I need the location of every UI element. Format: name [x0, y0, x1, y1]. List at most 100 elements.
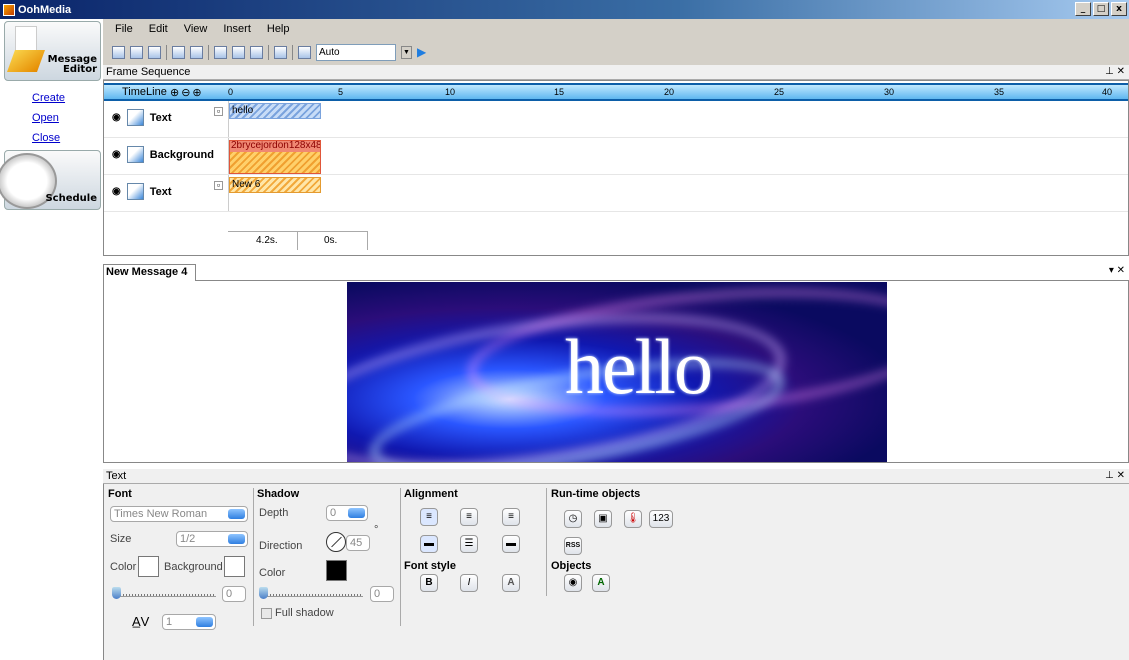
- open-link[interactable]: Open: [32, 112, 59, 124]
- shadow-color-swatch[interactable]: [326, 560, 347, 581]
- add-text-object-button[interactable]: A: [592, 574, 610, 592]
- maximize-button[interactable]: □: [1093, 2, 1109, 16]
- message-canvas-area: hello: [103, 281, 1129, 463]
- full-shadow-checkbox[interactable]: [261, 608, 272, 619]
- size-select[interactable]: 1/2: [176, 531, 248, 547]
- layer-row[interactable]: ◉ Background 2brycejordon128x48r: [104, 138, 1128, 175]
- cut-icon[interactable]: [214, 45, 227, 59]
- expand-icon[interactable]: ▫: [214, 181, 223, 190]
- zoom-combo[interactable]: Auto: [316, 43, 396, 61]
- message-editor-button[interactable]: Message Editor: [4, 21, 101, 81]
- menu-help[interactable]: Help: [267, 23, 290, 35]
- text-layer-icon: [126, 109, 144, 126]
- menu-view[interactable]: View: [184, 23, 208, 35]
- close-link[interactable]: Close: [32, 132, 60, 144]
- background-color-swatch[interactable]: [224, 556, 245, 577]
- dropdown-icon: [228, 509, 245, 519]
- shadow-heading: Shadow: [257, 488, 300, 500]
- shadow-depth-value: 0: [330, 507, 337, 519]
- objects-heading: Objects: [551, 560, 592, 572]
- shadow-depth-select[interactable]: 0: [326, 505, 368, 521]
- align-center-icon[interactable]: ≡: [460, 508, 478, 526]
- layer-row[interactable]: ◉ Text ▫ New 6: [104, 175, 1128, 212]
- font-family-select[interactable]: Times New Roman: [110, 506, 248, 522]
- spacing-select[interactable]: 1: [162, 614, 216, 630]
- paste-icon[interactable]: [250, 45, 263, 59]
- eye-icon[interactable]: ◉: [112, 186, 121, 197]
- eye-icon[interactable]: ◉: [112, 112, 121, 123]
- menu-insert[interactable]: Insert: [223, 23, 251, 35]
- direction-dial[interactable]: [326, 532, 346, 552]
- preview-text: hello: [565, 323, 713, 410]
- message-preview[interactable]: hello: [347, 282, 887, 462]
- font-opacity-value[interactable]: 0: [222, 586, 246, 602]
- date-object-icon[interactable]: ▣: [594, 510, 612, 528]
- bold-button[interactable]: B: [420, 574, 438, 592]
- slider-thumb[interactable]: [259, 587, 268, 599]
- left-navigation: Message Editor Create Open Close Schedule: [0, 19, 103, 660]
- menu-bar: File Edit View Insert Help: [103, 19, 1129, 39]
- align-bottom-icon[interactable]: ▬: [502, 535, 520, 553]
- timeline-clip[interactable]: New 6: [229, 177, 321, 193]
- font-opacity-slider[interactable]: [114, 594, 216, 597]
- create-link[interactable]: Create: [32, 92, 65, 104]
- redo-icon[interactable]: [190, 45, 203, 59]
- timeline-ruler: TimeLine ⊕⊖⊕ 0 5 10 15 20 25 30 35 40: [104, 83, 1128, 101]
- frame-sequence-title: Frame Sequence: [106, 66, 191, 78]
- play-icon[interactable]: ▶: [417, 45, 426, 59]
- minimize-button[interactable]: _: [1075, 2, 1091, 16]
- counter-object-button[interactable]: 123: [649, 510, 673, 528]
- eye-icon[interactable]: ◉: [112, 149, 121, 160]
- degree-symbol: °: [374, 524, 379, 536]
- clock-object-icon[interactable]: ◷: [564, 510, 582, 528]
- outline-button[interactable]: A: [502, 574, 520, 592]
- zoom-dropdown-icon[interactable]: ▼: [401, 45, 412, 59]
- open-icon[interactable]: [130, 45, 143, 59]
- font-style-heading: Font style: [404, 560, 456, 572]
- align-middle-icon[interactable]: ☰: [460, 535, 478, 553]
- shadow-opacity-slider[interactable]: [261, 594, 363, 597]
- temperature-object-icon[interactable]: 🌡: [624, 510, 642, 528]
- web-object-icon[interactable]: ◉: [564, 574, 582, 592]
- text-properties-panel: Font Times New Roman Size 1/2 Color Back…: [103, 484, 1129, 660]
- timeline-clip[interactable]: hello: [229, 103, 321, 119]
- timeline-zoom-icons[interactable]: ⊕⊖⊕: [170, 86, 204, 99]
- toolbar-separator: [166, 44, 167, 60]
- tab-new-message[interactable]: New Message 4: [103, 264, 197, 281]
- depth-label: Depth: [259, 507, 289, 519]
- shadow-opacity-value[interactable]: 0: [370, 586, 394, 602]
- app-icon: [3, 3, 15, 16]
- insert-image-icon[interactable]: [274, 45, 287, 59]
- schedule-button[interactable]: Schedule: [0, 150, 101, 210]
- font-color-swatch[interactable]: [138, 556, 159, 577]
- align-left-icon[interactable]: ≡: [420, 508, 438, 526]
- direction-value[interactable]: 45: [346, 535, 370, 551]
- tab-menu-close-icon[interactable]: ▾ ✕: [1109, 265, 1125, 276]
- message-editor-label-2: Editor: [63, 64, 97, 75]
- align-top-icon[interactable]: ▬: [420, 535, 438, 553]
- copy-icon[interactable]: [232, 45, 245, 59]
- pin-close-icon[interactable]: ⊥ ✕: [1105, 65, 1125, 79]
- save-icon[interactable]: [148, 45, 161, 59]
- tick-label: 30: [884, 87, 895, 97]
- tick-label: 35: [994, 87, 1005, 97]
- slider-thumb[interactable]: [112, 587, 121, 599]
- schedule-label: Schedule: [45, 193, 97, 204]
- new-icon[interactable]: [112, 45, 125, 59]
- rss-object-button[interactable]: RSS: [564, 537, 582, 555]
- size-value: 1/2: [180, 533, 196, 545]
- zoom-icon[interactable]: [298, 45, 311, 59]
- align-right-icon[interactable]: ≡: [502, 508, 520, 526]
- timeline-clip-label: 2brycejordon128x48r: [230, 140, 321, 152]
- italic-button[interactable]: I: [460, 574, 478, 592]
- menu-edit[interactable]: Edit: [149, 23, 168, 35]
- tick-label: 10: [445, 87, 456, 97]
- close-window-button[interactable]: x: [1111, 2, 1127, 16]
- expand-icon[interactable]: ▫: [214, 107, 223, 116]
- font-color-label: Color: [110, 561, 137, 573]
- undo-icon[interactable]: [172, 45, 185, 59]
- menu-file[interactable]: File: [115, 23, 133, 35]
- pin-close-icon[interactable]: ⊥ ✕: [1105, 469, 1125, 483]
- layer-row[interactable]: ◉ Text ▫ hello: [104, 101, 1128, 138]
- timeline-clip[interactable]: 2brycejordon128x48r: [229, 140, 321, 174]
